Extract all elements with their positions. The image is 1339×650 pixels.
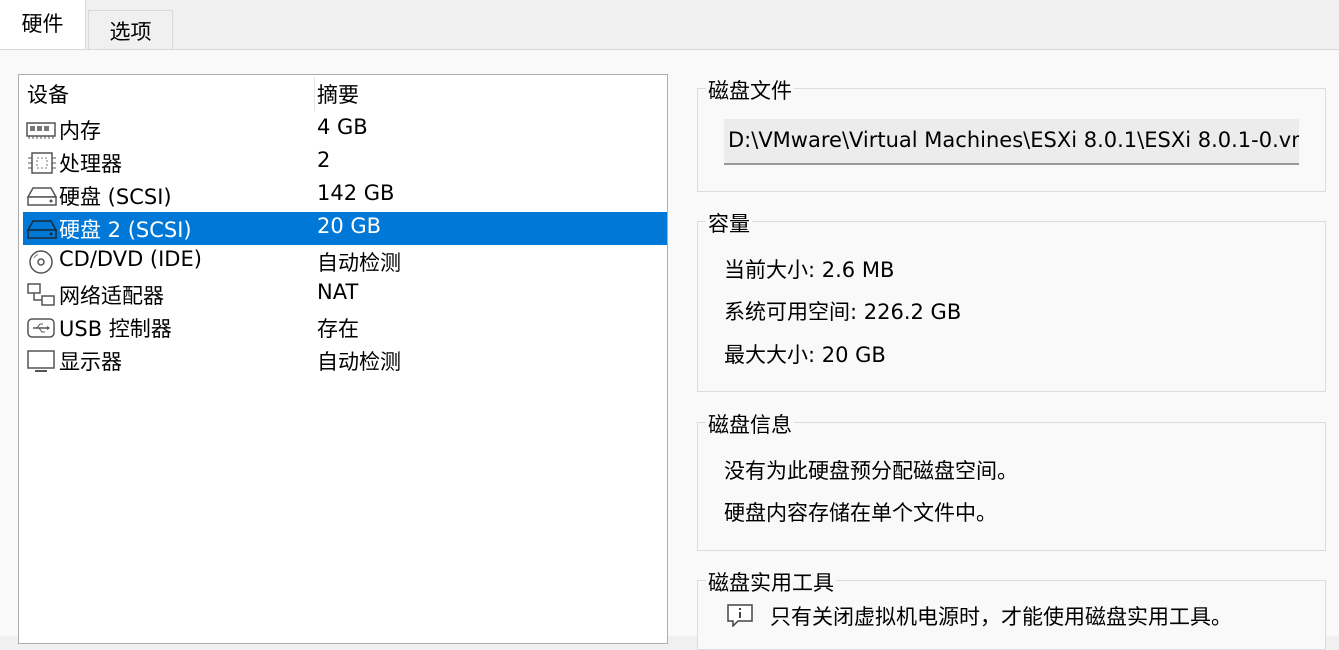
disk-file-group: 磁盘文件 D:\VMware\Virtual Machines\ESXi 8.0… [697, 75, 1326, 192]
device-row-network-adapter[interactable]: 网络适配器 NAT [23, 278, 667, 311]
device-list[interactable]: 设备 摘要 内存 4 GB 处理器 2 硬盘 (SCSI) 142 GB 硬盘 … [18, 74, 668, 644]
device-summary: NAT [317, 280, 359, 304]
device-row-usb-controller[interactable]: USB 控制器 存在 [23, 311, 667, 344]
device-summary: 存在 [317, 317, 359, 341]
column-separator[interactable] [314, 77, 315, 111]
disk-file-path: D:\VMware\Virtual Machines\ESXi 8.0.1\ES… [728, 128, 1299, 152]
disk-info-group: 磁盘信息 没有为此硬盘预分配磁盘空间。 硬盘内容存储在单个文件中。 [697, 409, 1326, 551]
device-row-hard-disk[interactable]: 硬盘 (SCSI) 142 GB [23, 179, 667, 212]
tab-hardware-label: 硬件 [21, 12, 64, 36]
disk-file-path-field[interactable]: D:\VMware\Virtual Machines\ESXi 8.0.1\ES… [724, 119, 1299, 165]
device-name: 内存 [59, 119, 101, 143]
disk-utilities-title: 磁盘实用工具 [706, 567, 836, 597]
device-row-processor[interactable]: 处理器 2 [23, 146, 667, 179]
device-name: CD/DVD (IDE) [59, 247, 202, 271]
device-summary: 20 GB [317, 214, 382, 238]
device-row-cd-dvd[interactable]: CD/DVD (IDE) 自动检测 [23, 245, 667, 278]
device-name: 硬盘 2 (SCSI) [59, 218, 192, 242]
device-row-hard-disk-2[interactable]: 硬盘 2 (SCSI) 20 GB [23, 212, 667, 245]
cd-dvd-icon [29, 250, 53, 274]
available-space: 系统可用空间: 226.2 GB [724, 300, 962, 324]
device-name: 显示器 [59, 350, 122, 374]
disk-file-title: 磁盘文件 [706, 75, 794, 105]
device-summary: 4 GB [317, 115, 368, 139]
device-name: 硬盘 (SCSI) [59, 185, 172, 209]
usb-icon [27, 318, 55, 338]
capacity-title: 容量 [706, 208, 752, 238]
info-icon [727, 604, 753, 627]
device-summary: 自动检测 [317, 350, 401, 374]
disk-utilities-group: 磁盘实用工具 只有关闭虚拟机电源时，才能使用磁盘实用工具。 [697, 567, 1326, 650]
header-summary[interactable]: 摘要 [317, 79, 359, 109]
device-name: 网络适配器 [59, 284, 164, 308]
current-size: 当前大小: 2.6 MB [724, 258, 895, 282]
hard-disk-icon [26, 220, 57, 239]
capacity-group: 容量 当前大小: 2.6 MB 系统可用空间: 226.2 GB 最大大小: 2… [697, 208, 1326, 392]
disk-utilities-notice: 只有关闭虚拟机电源时，才能使用磁盘实用工具。 [770, 605, 1232, 629]
disk-info-title: 磁盘信息 [706, 409, 794, 439]
header-device[interactable]: 设备 [27, 79, 69, 109]
device-summary: 2 [317, 148, 331, 172]
device-name: 处理器 [59, 152, 122, 176]
hard-disk-icon [26, 187, 57, 206]
memory-icon [26, 122, 56, 139]
tab-options[interactable]: 选项 [88, 10, 173, 50]
device-list-header: 设备 摘要 [23, 77, 667, 111]
tab-options-label: 选项 [109, 19, 152, 44]
device-row-display[interactable]: 显示器 自动检测 [23, 344, 667, 377]
device-summary: 自动检测 [317, 251, 401, 275]
network-adapter-icon [27, 283, 55, 306]
processor-icon [28, 152, 56, 174]
disk-info-line-1: 没有为此硬盘预分配磁盘空间。 [724, 459, 1018, 483]
device-name: USB 控制器 [59, 317, 172, 341]
tab-hardware[interactable]: 硬件 [0, 0, 86, 50]
device-summary: 142 GB [317, 181, 395, 205]
disk-info-line-2: 硬盘内容存储在单个文件中。 [724, 501, 997, 525]
display-icon [27, 350, 55, 372]
tab-bar: 硬件 选项 [0, 0, 1339, 50]
max-size: 最大大小: 20 GB [724, 343, 886, 367]
device-row-memory[interactable]: 内存 4 GB [23, 113, 667, 146]
